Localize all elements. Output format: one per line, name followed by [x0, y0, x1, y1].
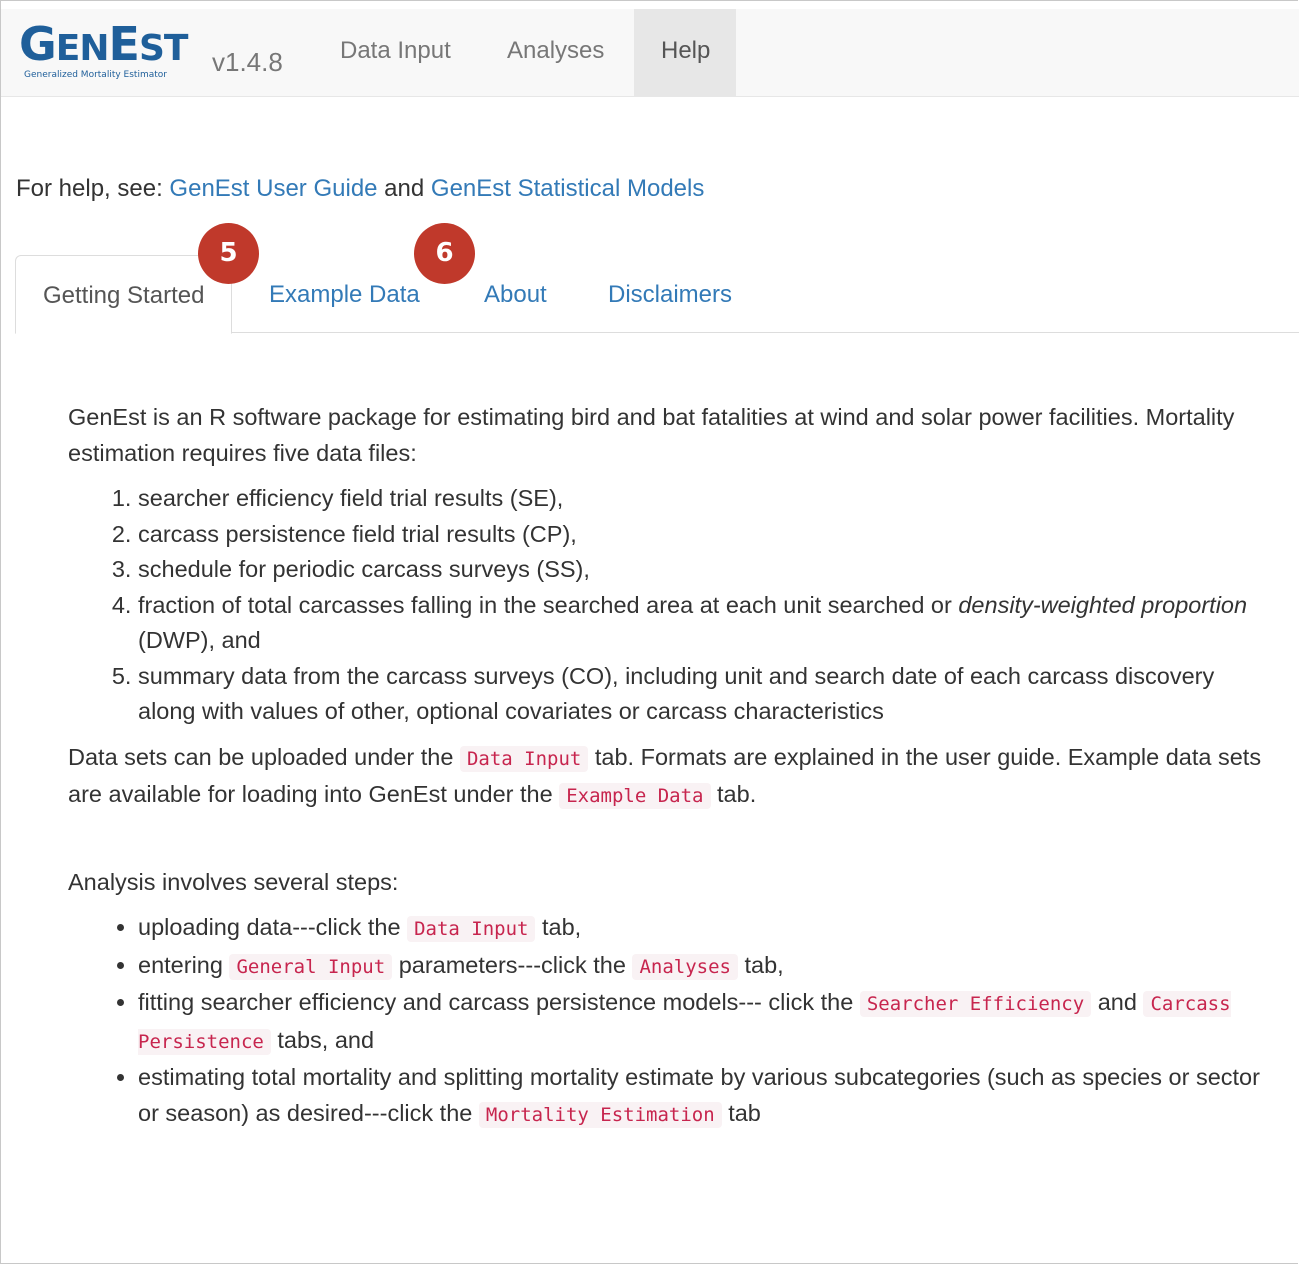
- tab-example-data[interactable]: Example Data: [269, 255, 420, 331]
- list-item: uploading data---click the Data Input ta…: [138, 910, 1278, 948]
- steps-intro: Analysis involves several steps:: [68, 868, 399, 895]
- list-item: fitting searcher efficiency and carcass …: [138, 985, 1278, 1060]
- intro-paragraph: GenEst is an R software package for esti…: [68, 404, 1235, 466]
- steps-list: uploading data---click the Data Input ta…: [68, 910, 1278, 1133]
- list-item: schedule for periodic carcass surveys (S…: [138, 552, 1278, 588]
- callout-badge-6: 6: [414, 223, 475, 284]
- nav-analyses[interactable]: Analyses: [480, 9, 631, 96]
- logo-tagline: Generalized Mortality Estimator: [24, 70, 167, 80]
- help-prefix: For help, see:: [16, 175, 170, 202]
- list-item: searcher efficiency field trial results …: [138, 481, 1278, 517]
- statistical-models-link[interactable]: GenEst Statistical Models: [431, 175, 704, 202]
- genest-logo[interactable]: GENEST Generalized Mortality Estimator: [10, 20, 200, 90]
- getting-started-content: GenEst is an R software package for esti…: [68, 400, 1278, 1133]
- list-item: carcass persistence field trial results …: [138, 517, 1278, 553]
- data-files-list: searcher efficiency field trial results …: [68, 481, 1278, 730]
- callout-badge-5: 5: [198, 223, 259, 284]
- help-and: and: [377, 175, 431, 202]
- help-line: For help, see: GenEst User Guide and Gen…: [16, 175, 704, 203]
- tab-getting-started[interactable]: Getting Started: [15, 255, 233, 334]
- list-item: entering General Input parameters---clic…: [138, 948, 1278, 986]
- list-item: estimating total mortality and splitting…: [138, 1060, 1278, 1133]
- tab-disclaimers[interactable]: Disclaimers: [608, 255, 732, 331]
- nav-data-input[interactable]: Data Input: [313, 9, 478, 96]
- list-item: fraction of total carcasses falling in t…: [138, 588, 1278, 659]
- nav-help[interactable]: Help: [634, 9, 736, 96]
- tab-about[interactable]: About: [484, 255, 547, 331]
- code-data-input: Data Input: [459, 745, 589, 772]
- version-label: v1.4.8: [212, 47, 283, 77]
- code-example-data: Example Data: [559, 783, 711, 809]
- list-item: summary data from the carcass surveys (C…: [138, 659, 1278, 730]
- user-guide-link[interactable]: GenEst User Guide: [169, 175, 377, 202]
- logo-wordmark: GENEST: [19, 17, 188, 71]
- upload-paragraph: Data sets can be uploaded under the Data…: [68, 743, 1262, 809]
